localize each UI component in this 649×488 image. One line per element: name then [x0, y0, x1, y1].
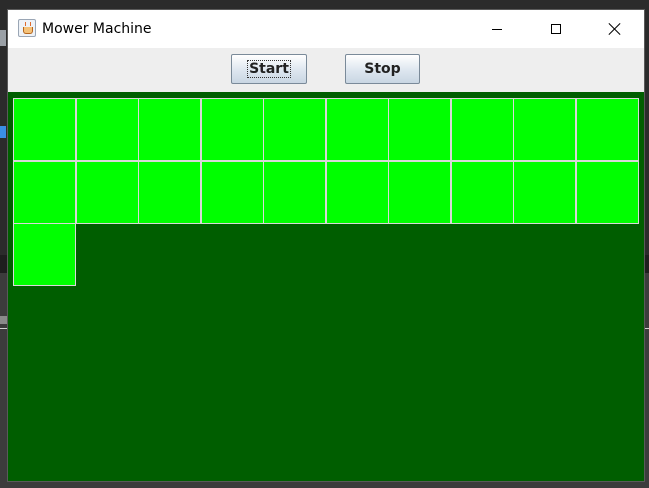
window-title: Mower Machine — [42, 21, 152, 37]
mower-machine-window: Mower Machine Start Stop — [8, 10, 644, 481]
lawn-cell — [513, 98, 576, 161]
stop-button-label: Stop — [364, 61, 401, 77]
background-fragment — [0, 30, 6, 46]
lawn-cell — [200, 98, 264, 161]
java-cup-icon[interactable] — [18, 19, 36, 37]
lawn-cell — [575, 98, 639, 161]
maximize-button[interactable] — [533, 10, 579, 48]
close-button[interactable] — [592, 10, 638, 48]
title-bar[interactable]: Mower Machine — [8, 10, 644, 48]
lawn-cell — [75, 160, 139, 224]
lawn-cell — [325, 98, 389, 161]
start-button-label: Start — [247, 60, 291, 78]
minimize-button[interactable] — [474, 10, 520, 48]
lawn-cell — [450, 160, 514, 224]
lawn-cell — [138, 160, 201, 224]
lawn-cell — [325, 160, 389, 224]
lawn-cell — [575, 160, 639, 224]
control-toolbar: Start Stop — [8, 48, 644, 92]
start-button[interactable]: Start — [231, 54, 307, 84]
lawn-cell — [138, 98, 201, 161]
lawn-cell — [450, 98, 514, 161]
lawn-cell — [13, 160, 76, 224]
lawn-cell — [13, 223, 76, 286]
lawn-cell — [388, 160, 451, 224]
lawn-cell — [200, 160, 264, 224]
lawn-cell — [263, 160, 326, 224]
close-icon — [608, 22, 622, 36]
stop-button[interactable]: Stop — [345, 54, 420, 84]
lawn-cell — [513, 160, 576, 224]
lawn-canvas — [8, 92, 644, 481]
lawn-cell — [388, 98, 451, 161]
maximize-icon — [551, 24, 561, 34]
minimize-icon — [492, 28, 502, 30]
lawn-cell — [75, 98, 139, 161]
background-fragment — [0, 126, 6, 138]
lawn-cell — [13, 98, 76, 161]
background-fragment — [0, 316, 7, 324]
lawn-cell — [263, 98, 326, 161]
